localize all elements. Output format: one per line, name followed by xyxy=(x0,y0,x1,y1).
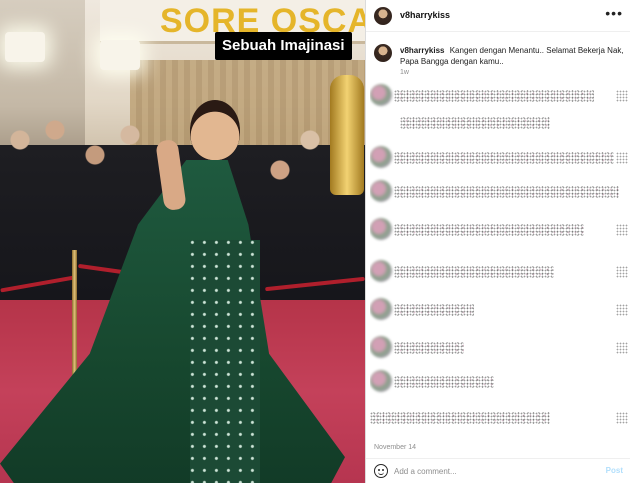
post-username[interactable]: v8harrykiss xyxy=(400,10,450,20)
redacted-text xyxy=(400,117,550,129)
redacted-text xyxy=(394,304,474,316)
comment-row xyxy=(370,109,628,135)
stage-light xyxy=(5,32,45,62)
emoji-icon[interactable] xyxy=(374,464,388,478)
statue xyxy=(330,75,364,195)
comment-row xyxy=(370,368,628,394)
avatar[interactable] xyxy=(370,260,392,282)
like-icon[interactable] xyxy=(616,152,628,164)
avatar[interactable] xyxy=(370,218,392,240)
avatar[interactable] xyxy=(374,7,392,25)
avatar[interactable] xyxy=(370,146,392,168)
comment-row xyxy=(370,144,628,170)
redacted-text xyxy=(394,266,554,278)
like-icon[interactable] xyxy=(616,266,628,278)
comment-row xyxy=(370,258,628,284)
redacted-text xyxy=(370,412,550,424)
redacted-text xyxy=(394,90,594,102)
stage-light xyxy=(100,40,140,70)
caption-username[interactable]: v8harrykiss xyxy=(400,46,444,55)
comment-row xyxy=(370,82,628,108)
post-header: v8harrykiss ••• xyxy=(366,0,630,32)
post-sidebar: v8harrykiss ••• v8harrykiss Kangen denga… xyxy=(365,0,630,483)
redacted-text xyxy=(394,186,619,198)
redacted-text xyxy=(394,376,494,388)
more-options-icon[interactable]: ••• xyxy=(605,5,623,21)
post-date: November 14 xyxy=(374,444,417,451)
comment-composer: Post xyxy=(366,458,630,483)
avatar[interactable] xyxy=(370,84,392,106)
comment-row xyxy=(370,296,628,322)
like-icon[interactable] xyxy=(616,412,628,424)
post-comment-button[interactable]: Post xyxy=(606,466,623,475)
comment-row xyxy=(370,404,628,430)
comment-row xyxy=(370,178,628,204)
redacted-text xyxy=(394,224,584,236)
avatar[interactable] xyxy=(370,370,392,392)
avatar[interactable] xyxy=(374,44,392,62)
rope-stanchion xyxy=(72,250,77,375)
like-icon[interactable] xyxy=(616,342,628,354)
comment-list-redacted xyxy=(370,82,628,444)
redacted-text xyxy=(394,152,614,164)
post-image[interactable]: SORE OSCAR Sebuah Imajinasi xyxy=(0,0,365,483)
like-icon[interactable] xyxy=(616,90,628,102)
comment-input[interactable] xyxy=(394,465,584,478)
gown-embellishment xyxy=(190,240,260,483)
avatar[interactable] xyxy=(370,336,392,358)
like-icon[interactable] xyxy=(616,224,628,236)
like-icon[interactable] xyxy=(616,304,628,316)
comment-row xyxy=(370,216,628,242)
overlay-caption: Sebuah Imajinasi xyxy=(215,32,352,60)
comment-row xyxy=(370,334,628,360)
redacted-text xyxy=(394,342,464,354)
avatar[interactable] xyxy=(370,298,392,320)
caption-timestamp[interactable]: 1w xyxy=(400,69,409,76)
person-head xyxy=(190,100,240,160)
avatar[interactable] xyxy=(370,180,392,202)
